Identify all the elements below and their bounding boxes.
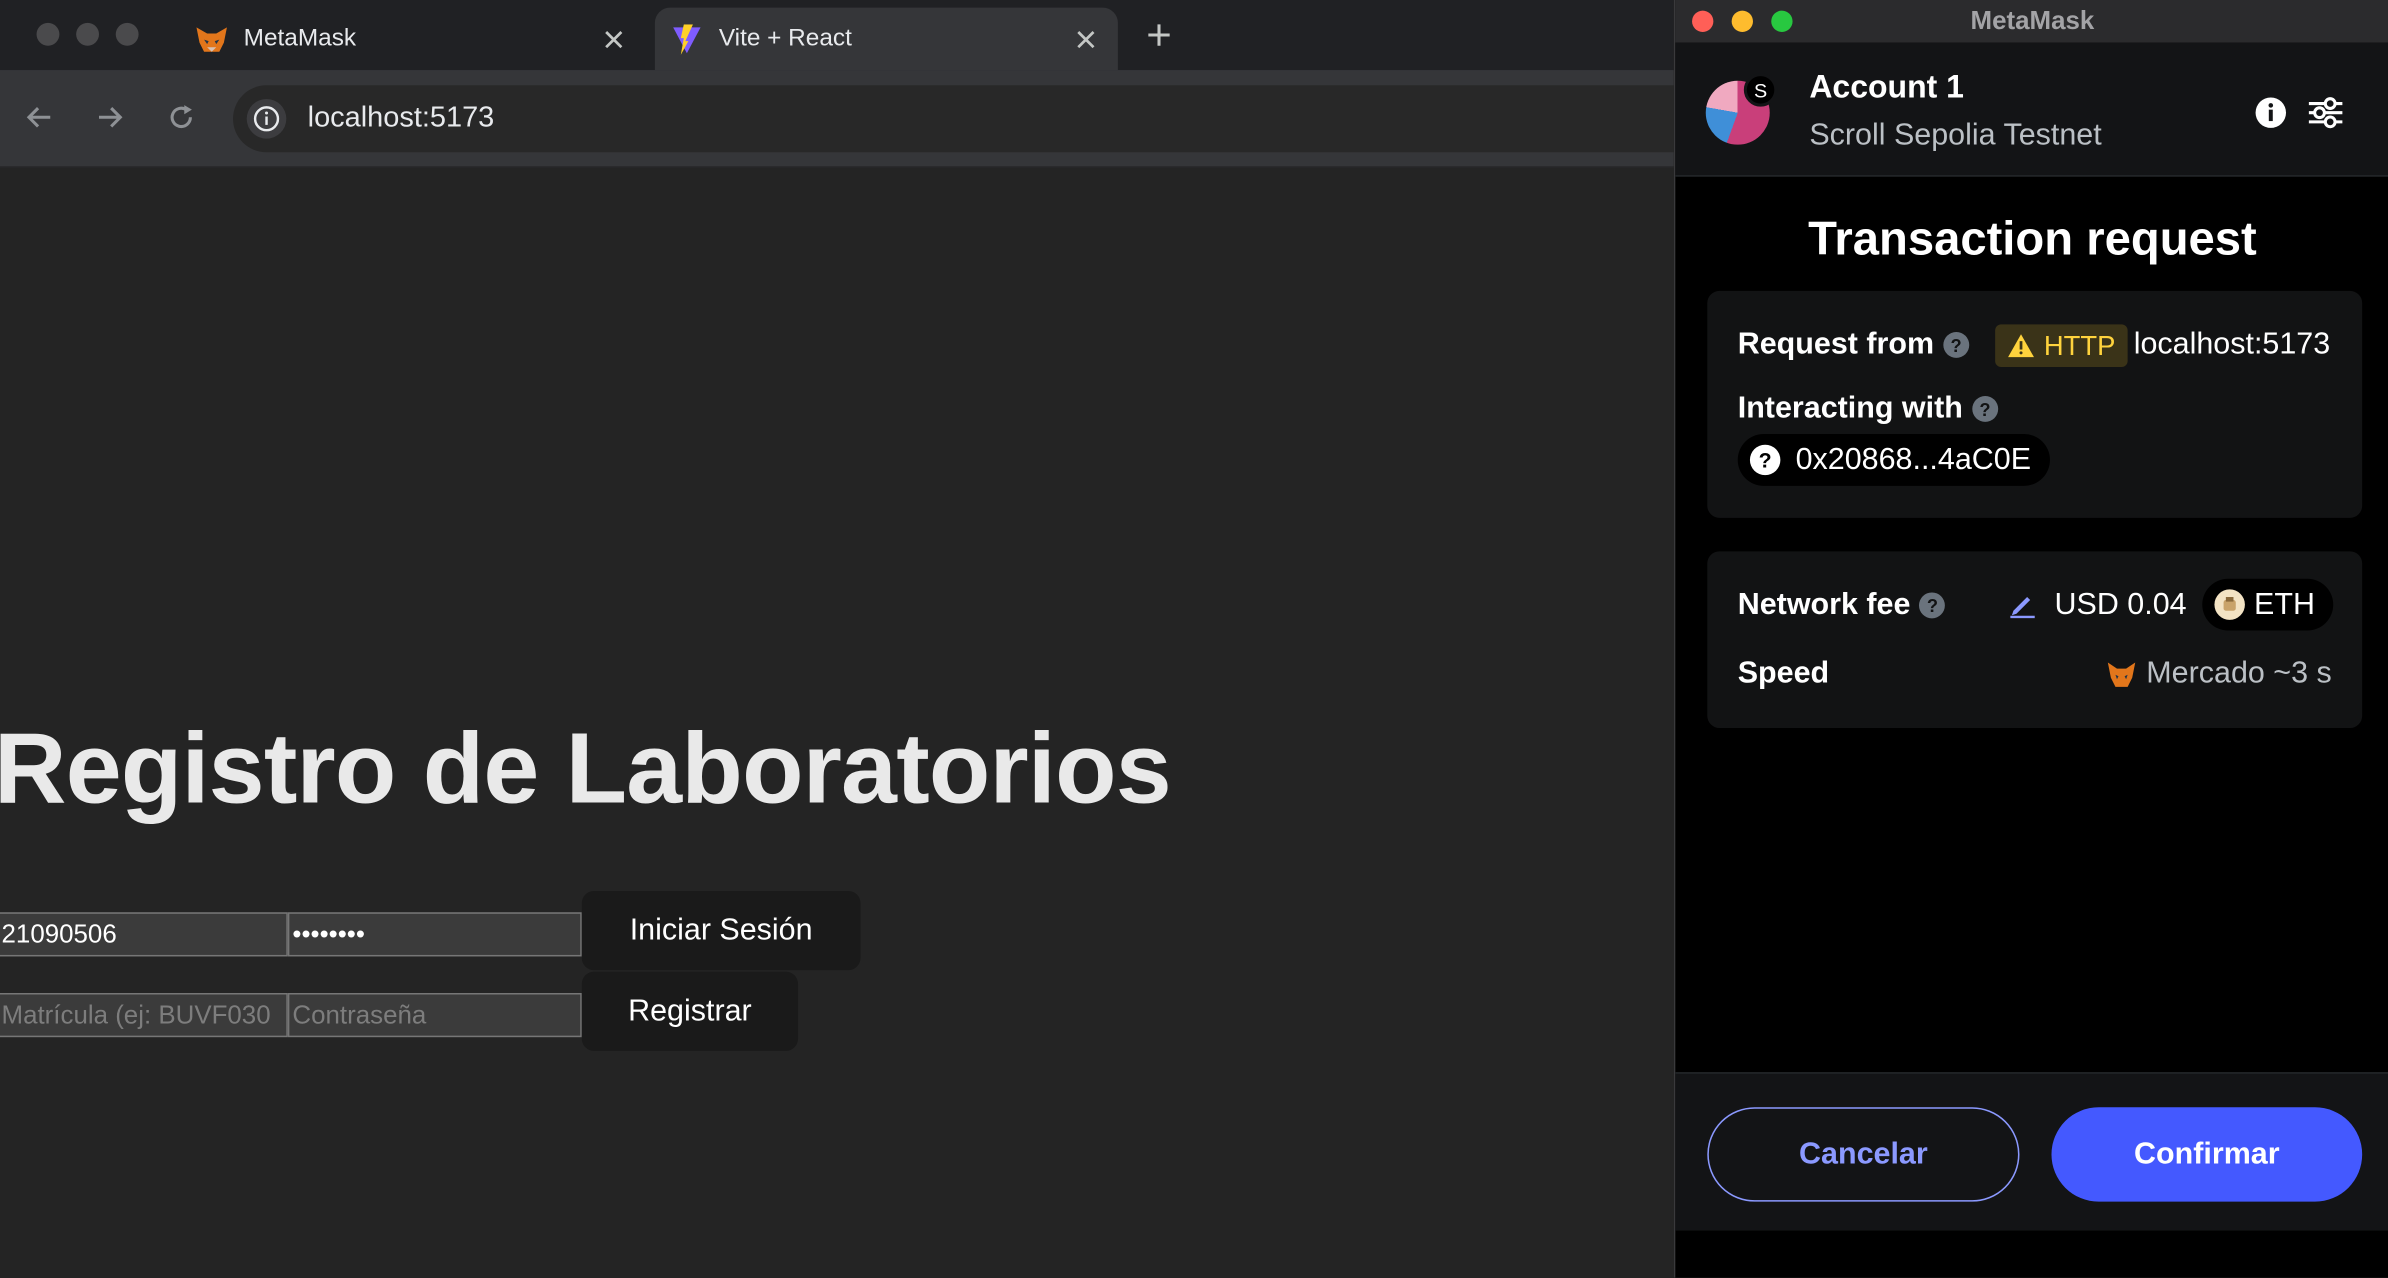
eth-coin-icon (2214, 589, 2245, 620)
tab-title: Vite + React (718, 25, 852, 52)
network-badge: S (1743, 73, 1778, 107)
settings-sliders-icon[interactable] (2306, 93, 2346, 133)
url-text: localhost:5173 (307, 102, 495, 135)
network-fee-row: Network fee? (1738, 588, 1946, 623)
currency-label: ETH (2254, 587, 2315, 621)
edit-pencil-icon[interactable] (2009, 591, 2036, 619)
speed-label: Speed (1737, 656, 1830, 690)
request-origin: localhost:5173 (2133, 327, 2331, 361)
network-fee-value: USD 0.04 (2054, 587, 2187, 622)
vite-logo-icon (670, 22, 704, 56)
contract-address-pill[interactable]: ? 0x20868...4aC0E (1737, 434, 2050, 486)
network-name: Scroll Sepolia Testnet (1809, 118, 2102, 153)
login-password-input[interactable] (287, 912, 582, 957)
contract-address: 0x20868...4aC0E (1795, 442, 2032, 476)
login-matricula-input[interactable] (0, 912, 288, 957)
metamask-fox-icon (195, 22, 229, 56)
window-zoom-dot[interactable] (115, 22, 139, 46)
new-tab-plus-icon[interactable] (1139, 15, 1179, 55)
speed-value: Mercado ~3 s (2146, 656, 2332, 690)
back-arrow-icon[interactable] (21, 99, 58, 136)
login-button[interactable]: Iniciar Sesión (581, 890, 861, 971)
network-fee-label: Network fee (1737, 587, 1911, 622)
close-tab-icon[interactable] (1069, 22, 1103, 56)
warning-icon (2007, 332, 2034, 359)
page-title: Registro de Laboratorios (0, 711, 1172, 824)
fox-icon (2107, 659, 2137, 689)
register-password-input[interactable] (287, 992, 582, 1038)
window-close-dot[interactable] (36, 22, 60, 46)
metamask-popup: MetaMask S Account 1 Scroll Sepolia Test… (1673, 0, 2388, 1278)
screen: MetaMask Vite + React localhost:5173 Reg… (0, 0, 2388, 1278)
close-tab-icon[interactable] (597, 22, 631, 56)
interacting-with-row: Interacting with? (1738, 391, 1998, 426)
reload-icon[interactable] (163, 99, 200, 136)
window-minimize-dot[interactable] (76, 22, 99, 46)
request-details-card: Request from? HTTP localhost:5173 Intera… (1707, 290, 2363, 518)
speed-value-row: Mercado ~3 s (2107, 656, 2332, 691)
popup-title: MetaMask (1970, 6, 2095, 36)
account-name: Account 1 (1809, 70, 1964, 106)
help-icon[interactable]: ? (1943, 332, 1970, 359)
action-footer: Cancelar Confirmar (1675, 1072, 2388, 1231)
cancel-button[interactable]: Cancelar (1707, 1107, 2020, 1202)
request-from-label: Request from (1737, 327, 1935, 361)
site-info-icon[interactable] (246, 98, 287, 139)
register-button[interactable]: Registrar (581, 971, 799, 1051)
info-icon[interactable] (2251, 93, 2291, 133)
help-icon[interactable]: ? (1919, 592, 1946, 619)
popup-titlebar: MetaMask (1675, 0, 2388, 43)
insecure-http-badge: HTTP (1995, 324, 2128, 368)
help-icon[interactable]: ? (1971, 396, 1998, 423)
request-from-row: Request from? (1737, 327, 1970, 362)
tab-metamask[interactable]: MetaMask (171, 8, 646, 70)
fee-details-card: Network fee? USD 0.04 ETH Speed Mercado … (1707, 551, 2363, 728)
unknown-contract-icon: ? (1749, 444, 1781, 476)
http-label: HTTP (2043, 329, 2116, 361)
interacting-with-label: Interacting with (1737, 391, 1963, 425)
confirm-button[interactable]: Confirmar (2051, 1107, 2363, 1202)
tab-vite-react[interactable]: Vite + React (654, 7, 1118, 71)
tab-title: MetaMask (243, 25, 357, 52)
currency-toggle-pill[interactable]: ETH (2202, 578, 2334, 631)
account-header: S Account 1 Scroll Sepolia Testnet (1675, 42, 2388, 177)
forward-arrow-icon[interactable] (91, 99, 128, 136)
transaction-heading: Transaction request (1808, 211, 2257, 266)
register-matricula-input[interactable] (0, 992, 288, 1038)
